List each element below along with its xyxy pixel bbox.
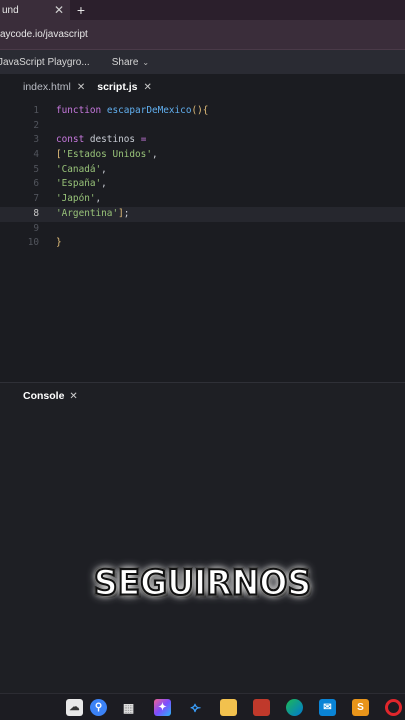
code-line[interactable]: 4 ['Estados Unidos', bbox=[0, 148, 405, 163]
code-lines[interactable]: 1 function escaparDeMexico(){ 2 3 const dest… bbox=[0, 104, 405, 251]
line-number: 8 bbox=[33, 207, 39, 219]
vscode-icon[interactable]: ⟣ bbox=[187, 699, 204, 716]
close-icon[interactable]: ✕ bbox=[77, 82, 85, 93]
tab-script-js[interactable]: script.js ✕ bbox=[97, 81, 152, 93]
code-token: , bbox=[151, 149, 158, 161]
copilot-icon[interactable]: ✦ bbox=[154, 699, 171, 716]
playground-header: JavaScript Playgro... Share ⌄ bbox=[0, 50, 405, 74]
widgets-icon[interactable]: ☁ bbox=[66, 699, 83, 716]
code-token: = bbox=[140, 134, 147, 146]
code-line[interactable]: 6 'España', bbox=[0, 177, 405, 192]
video-caption: SEGUIRNOS bbox=[93, 561, 312, 604]
code-token: , bbox=[101, 178, 107, 190]
line-content: 'España', bbox=[56, 177, 107, 192]
line-number: 2 bbox=[33, 119, 39, 131]
windows-taskbar: ☁ ⚲ ▦ ✦ ⟣ ✉ S bbox=[0, 693, 405, 720]
file-explorer-icon[interactable] bbox=[220, 699, 237, 716]
line-content: 'Argentina']; bbox=[56, 207, 129, 222]
line-number: 7 bbox=[33, 193, 39, 205]
code-line[interactable]: 3 const destinos = bbox=[0, 133, 405, 148]
line-number: 5 bbox=[33, 163, 39, 175]
line-number: 4 bbox=[33, 149, 39, 161]
console-label: Console bbox=[23, 390, 65, 402]
code-token: destinos bbox=[89, 134, 141, 146]
close-icon[interactable]: ✕ bbox=[144, 82, 152, 93]
app-icon[interactable] bbox=[253, 699, 270, 716]
browser-tab-strip: und ✕ + bbox=[0, 0, 405, 20]
mail-icon[interactable]: ✉ bbox=[319, 699, 336, 716]
line-content: 'Canadá', bbox=[56, 163, 107, 178]
line-content: const destinos = bbox=[56, 133, 146, 148]
browser-tab-title: und bbox=[2, 4, 19, 16]
code-token: { bbox=[202, 105, 209, 116]
code-token: function bbox=[56, 105, 107, 116]
console-panel: Console ✕ bbox=[0, 383, 405, 693]
tab-index-html[interactable]: index.html ✕ bbox=[23, 81, 85, 93]
file-tabs: index.html ✕ script.js ✕ bbox=[0, 74, 405, 100]
line-content: } bbox=[56, 236, 62, 251]
close-icon[interactable]: ✕ bbox=[54, 3, 70, 17]
code-token: , bbox=[101, 163, 107, 175]
code-line[interactable]: 2 bbox=[0, 119, 405, 134]
browser-tab[interactable]: und ✕ bbox=[0, 0, 70, 20]
new-tab-icon[interactable]: + bbox=[70, 0, 92, 20]
share-label: Share bbox=[111, 56, 139, 68]
line-content: ['Estados Unidos', bbox=[56, 148, 158, 163]
sublime-icon[interactable]: S bbox=[352, 699, 369, 716]
line-number: 1 bbox=[33, 105, 39, 116]
line-number: 10 bbox=[27, 237, 39, 249]
code-editor[interactable]: index.html ✕ script.js ✕ 1 function escap… bbox=[0, 74, 405, 382]
code-token: 'Canadá' bbox=[56, 163, 102, 175]
line-content: 'Japón', bbox=[56, 192, 101, 207]
tab-label: index.html bbox=[23, 81, 71, 93]
playground-title[interactable]: JavaScript Playgro... bbox=[0, 57, 90, 68]
code-token: 'Argentina' bbox=[56, 207, 119, 219]
opera-icon[interactable] bbox=[385, 699, 402, 716]
line-number: 9 bbox=[33, 222, 39, 234]
url-text: aycode.io/javascript bbox=[0, 29, 88, 40]
code-line[interactable]: 1 function escaparDeMexico(){ bbox=[0, 104, 405, 119]
code-token: ; bbox=[123, 207, 130, 219]
code-token: 'España' bbox=[56, 178, 102, 190]
tab-label: script.js bbox=[97, 81, 138, 93]
chevron-down-icon: ⌄ bbox=[142, 57, 150, 67]
code-token: const bbox=[56, 134, 90, 146]
tab-console[interactable]: Console ✕ bbox=[23, 390, 78, 402]
code-token: } bbox=[56, 237, 62, 249]
code-line[interactable]: 10} bbox=[0, 236, 405, 251]
code-token: 'Japón' bbox=[56, 193, 96, 205]
line-number: 3 bbox=[33, 134, 39, 146]
code-token: escaparDeMexico bbox=[106, 105, 192, 116]
code-line[interactable]: 5 'Canadá', bbox=[0, 163, 405, 178]
code-line[interactable]: 8 'Argentina']; bbox=[0, 206, 405, 222]
edge-icon[interactable] bbox=[286, 699, 303, 716]
code-line[interactable]: 7 'Japón', bbox=[0, 192, 405, 207]
code-token: , bbox=[95, 193, 102, 205]
line-number: 6 bbox=[33, 178, 39, 190]
task-view-icon[interactable]: ▦ bbox=[120, 699, 137, 716]
code-line[interactable]: 9 bbox=[0, 222, 405, 237]
code-token: 'Estados Unidos' bbox=[61, 149, 152, 161]
share-button[interactable]: Share ⌄ bbox=[112, 57, 149, 68]
close-icon[interactable]: ✕ bbox=[69, 391, 77, 402]
line-content: function escaparDeMexico(){ bbox=[56, 104, 208, 119]
search-icon[interactable]: ⚲ bbox=[90, 699, 107, 716]
address-bar[interactable]: aycode.io/javascript bbox=[0, 20, 405, 50]
